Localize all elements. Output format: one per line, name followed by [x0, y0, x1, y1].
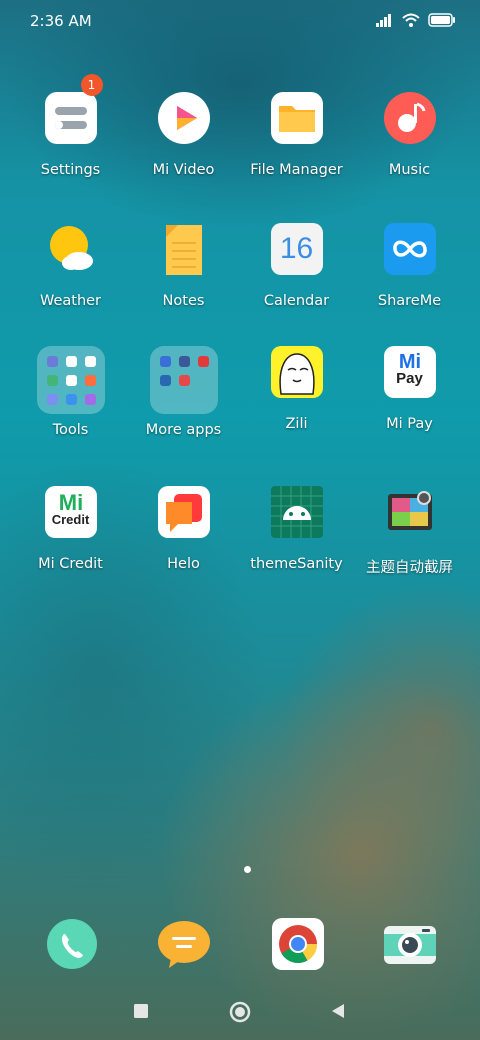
svg-text:Mi: Mi [398, 351, 420, 370]
file-manager-icon [270, 92, 323, 144]
app-label: Music [388, 162, 431, 178]
app-shareme[interactable]: ShareMe [353, 223, 466, 309]
screenshot-app-icon [384, 486, 436, 538]
mi-video-icon [157, 92, 210, 144]
weather-icon [45, 223, 97, 275]
notes-icon [158, 223, 210, 275]
app-label: More apps [145, 422, 222, 438]
page-indicator [244, 866, 251, 873]
android-icon [270, 486, 323, 538]
app-label: File Manager [250, 162, 343, 178]
chrome-icon[interactable] [272, 918, 324, 970]
phone-icon[interactable] [46, 918, 98, 970]
camera-icon[interactable] [384, 918, 436, 970]
app-label: Mi Video [152, 162, 215, 178]
app-label: Mi Pay [386, 416, 433, 432]
calendar-day: 16 [279, 232, 314, 265]
app-notes[interactable]: Notes [127, 223, 240, 309]
back-button[interactable] [330, 1003, 346, 1019]
app-themesanity[interactable]: themeSanity [240, 486, 353, 572]
app-helo[interactable]: Helo [127, 486, 240, 572]
app-mi-video[interactable]: Mi Video [127, 92, 240, 178]
battery-icon [428, 13, 455, 27]
navigation-bar [0, 1000, 480, 1024]
notification-badge: 1 [80, 74, 103, 96]
app-calendar[interactable]: 16 Calendar [240, 223, 353, 309]
messages-icon[interactable] [157, 918, 211, 970]
settings-icon: 1 [44, 74, 103, 144]
app-label: ShareMe [377, 293, 442, 309]
shareme-icon [383, 223, 436, 275]
status-time: 2:36 AM [30, 12, 92, 30]
home-button[interactable] [229, 1001, 251, 1023]
calendar-icon: 16 [270, 223, 323, 275]
app-weather[interactable]: Weather [14, 223, 127, 309]
app-mi-pay[interactable]: Mi Pay Mi Pay [353, 346, 466, 432]
app-label: Notes [162, 293, 205, 309]
app-more-apps-folder[interactable]: More apps [127, 346, 240, 438]
zili-icon [270, 346, 323, 398]
app-zili[interactable]: Zili [240, 346, 353, 432]
app-label: Weather [39, 293, 102, 309]
app-settings[interactable]: 1 Settings [14, 74, 127, 178]
music-icon [383, 92, 436, 144]
mi-pay-text: Pay [396, 370, 423, 387]
mi-pay-icon: Mi Pay [383, 346, 436, 398]
folder-icon [149, 346, 218, 414]
app-label: Mi Credit [38, 556, 103, 572]
folder-icon [36, 346, 105, 414]
app-label: Helo [167, 556, 200, 572]
status-icons [376, 13, 456, 27]
app-label: themeSanity [250, 556, 343, 572]
wifi-icon [402, 13, 420, 27]
mi-credit-text: Credit [51, 512, 90, 527]
recents-button[interactable] [133, 1003, 149, 1019]
app-tools-folder[interactable]: Tools [14, 346, 127, 438]
app-music[interactable]: Music [353, 92, 466, 178]
svg-text:Mi: Mi [58, 490, 82, 512]
mi-credit-icon: Mi Credit [44, 486, 97, 538]
app-screenshot-tool[interactable]: 主题自动截屏 [353, 486, 466, 577]
app-label: Settings [40, 162, 101, 178]
app-label: Zili [285, 416, 308, 432]
app-label: 主题自动截屏 [366, 560, 453, 576]
app-file-manager[interactable]: File Manager [240, 92, 353, 178]
app-mi-credit[interactable]: Mi Credit Mi Credit [14, 486, 127, 572]
status-bar: 2:36 AM [0, 0, 480, 40]
app-label: Calendar [263, 293, 330, 309]
helo-icon [157, 486, 210, 538]
signal-icon [376, 14, 391, 27]
app-label: Tools [52, 422, 89, 438]
